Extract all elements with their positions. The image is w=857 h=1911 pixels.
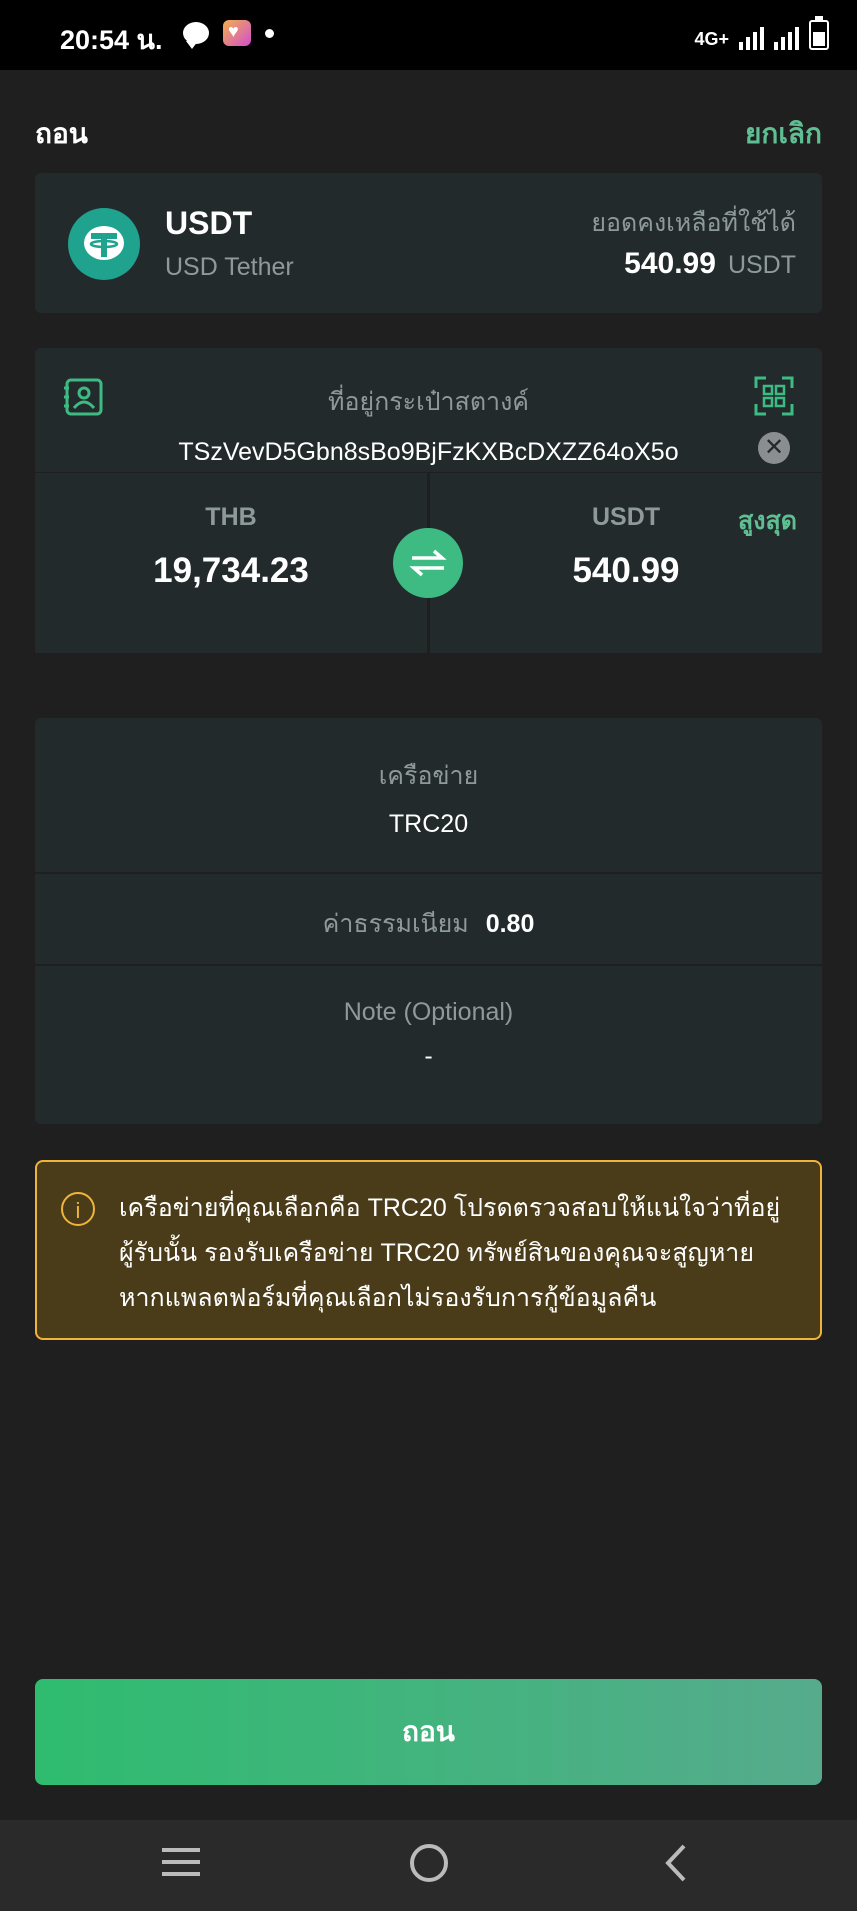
asset-card: USDT USD Tether ยอดคงเหลือที่ใช้ได้ 540.… xyxy=(35,173,822,313)
note-field[interactable]: Note (Optional) - xyxy=(35,966,822,1124)
balance-label: ยอดคงเหลือที่ใช้ได้ xyxy=(591,209,796,237)
note-input[interactable]: - xyxy=(35,1042,822,1071)
amount-section: THB 19,734.23 USDT 540.99 สูงสุด xyxy=(35,473,822,653)
fiat-amount-field[interactable]: THB 19,734.23 xyxy=(35,473,427,653)
asset-symbol: USDT xyxy=(165,205,253,241)
withdraw-button[interactable]: ถอน xyxy=(35,1679,822,1785)
home-icon[interactable] xyxy=(408,1842,450,1889)
address-label: ที่อยู่กระเป๋าสตางค์ xyxy=(327,388,530,416)
warning-text: เครือข่ายที่คุณเลือกคือ TRC20 โปรดตรวจสอ… xyxy=(119,1194,781,1312)
fee-label: ค่าธรรมเนียม xyxy=(322,910,469,938)
info-icon: i xyxy=(61,1192,95,1226)
signal-2-icon xyxy=(774,26,799,50)
cancel-button[interactable]: ยกเลิก xyxy=(745,112,822,156)
chat-icon xyxy=(183,22,209,49)
status-time: 20:54 น. xyxy=(60,25,163,55)
network-value: TRC20 xyxy=(388,810,469,838)
withdraw-sheet: ถอน ยกเลิก USDT USD Tether ยอดคงเหลือที่… xyxy=(0,70,857,1820)
balance-value: 540.99 xyxy=(624,247,716,280)
clear-icon[interactable]: ✕ xyxy=(758,432,790,464)
notification-dot-icon xyxy=(265,28,274,38)
tether-logo-icon xyxy=(68,208,140,280)
address-card: ที่อยู่กระเป๋าสตางค์ TSzVevD5Gbn8sBo9BjF… xyxy=(35,348,822,472)
fiat-currency: THB xyxy=(205,503,257,531)
note-label: Note (Optional) xyxy=(343,998,514,1026)
fee-value: 0.80 xyxy=(485,910,535,938)
network-label: เครือข่าย xyxy=(378,762,479,790)
crypto-amount[interactable]: 540.99 xyxy=(430,551,822,591)
address-input[interactable]: TSzVevD5Gbn8sBo9BjFzKXBcDXZZ64oX5o xyxy=(35,438,822,467)
status-bar: 20:54 น. 4G+ xyxy=(0,0,857,70)
battery-icon xyxy=(809,16,829,50)
swap-icon[interactable] xyxy=(393,528,463,598)
back-icon[interactable] xyxy=(660,1842,690,1889)
menu-icon[interactable] xyxy=(160,1842,202,1887)
asset-name: USD Tether xyxy=(165,253,294,281)
system-nav-bar xyxy=(0,1820,857,1911)
crypto-amount-field[interactable]: USDT 540.99 สูงสุด xyxy=(430,473,822,653)
fee-row: ค่าธรรมเนียม 0.80 xyxy=(35,874,822,964)
qr-scan-icon[interactable] xyxy=(754,376,794,421)
app-icon xyxy=(223,20,251,46)
network-selector[interactable]: เครือข่าย TRC20 xyxy=(35,718,822,872)
signal-icon xyxy=(739,26,764,50)
page-title: ถอน xyxy=(35,118,88,149)
fiat-amount[interactable]: 19,734.23 xyxy=(35,551,427,591)
max-button[interactable]: สูงสุด xyxy=(738,501,797,541)
network-warning: i เครือข่ายที่คุณเลือกคือ TRC20 โปรดตรวจ… xyxy=(35,1160,822,1340)
network-type: 4G+ xyxy=(694,29,729,49)
balance-unit: USDT xyxy=(727,251,796,279)
